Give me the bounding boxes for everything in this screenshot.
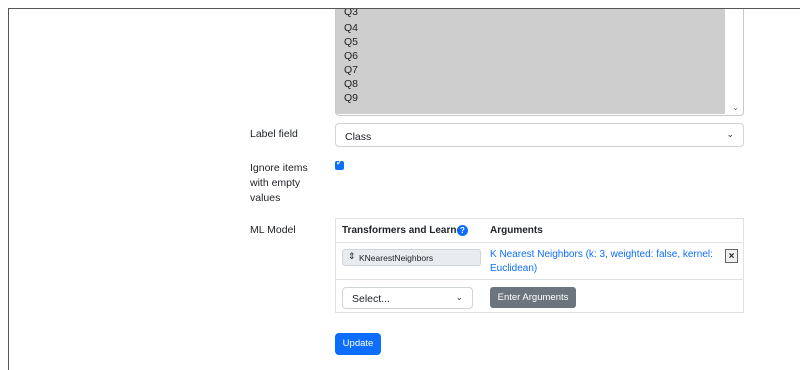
label-field-select[interactable]: Class ⌄ xyxy=(335,123,744,147)
feature-option[interactable]: Q9 xyxy=(344,92,358,104)
learner-name: KNearestNeighbors xyxy=(359,253,434,263)
table-header: Transformers and Learner ? Arguments xyxy=(336,219,743,243)
add-select-value: Select... xyxy=(352,293,390,305)
label-field-value: Class xyxy=(345,131,372,143)
table-row: Select... ⌄ Enter Arguments xyxy=(336,279,743,313)
ignore-empty-label: Ignore items with empty values xyxy=(250,162,308,204)
feature-option[interactable]: Q6 xyxy=(344,50,358,62)
features-listbox[interactable]: Q3 Q4 Q5 Q6 Q7 Q8 Q9 ⌄ xyxy=(335,9,744,116)
ignore-empty-checkbox[interactable]: ✓ xyxy=(335,158,344,170)
chevron-down-icon: ⌄ xyxy=(455,292,463,302)
learner-arguments-link[interactable]: K Nearest Neighbors (k: 3, weighted: fal… xyxy=(490,248,715,276)
arguments-header: Arguments xyxy=(490,225,543,236)
feature-option[interactable]: Q3 xyxy=(344,9,358,18)
features-selected-options: Q3 Q4 Q5 Q6 Q7 Q8 Q9 xyxy=(336,9,725,114)
add-transformer-select[interactable]: Select... ⌄ xyxy=(342,287,473,309)
ml-model-label: ML Model xyxy=(250,224,296,236)
label-field-label: Label field xyxy=(250,128,298,140)
checkmark-icon: ✓ xyxy=(336,158,343,167)
update-button[interactable]: Update xyxy=(335,333,381,355)
feature-option[interactable]: Q8 xyxy=(344,78,358,90)
feature-option[interactable]: Q7 xyxy=(344,64,358,76)
remove-learner-button[interactable]: × xyxy=(725,249,738,263)
sort-handle-icon[interactable]: ⇕ xyxy=(348,251,356,262)
help-icon[interactable]: ? xyxy=(457,225,468,236)
learner-item[interactable]: ⇕ KNearestNeighbors xyxy=(342,249,481,266)
scroll-down-icon[interactable]: ⌄ xyxy=(732,103,739,112)
transformers-header: Transformers and Learner xyxy=(342,225,466,236)
table-row: ⇕ KNearestNeighbors K Nearest Neighbors … xyxy=(336,242,743,280)
ml-model-table: Transformers and Learner ? Arguments ⇕ K… xyxy=(335,218,744,313)
feature-option[interactable]: Q5 xyxy=(344,36,358,48)
enter-arguments-button[interactable]: Enter Arguments xyxy=(490,287,576,308)
feature-option[interactable]: Q4 xyxy=(344,22,358,34)
chevron-down-icon: ⌄ xyxy=(726,129,734,139)
